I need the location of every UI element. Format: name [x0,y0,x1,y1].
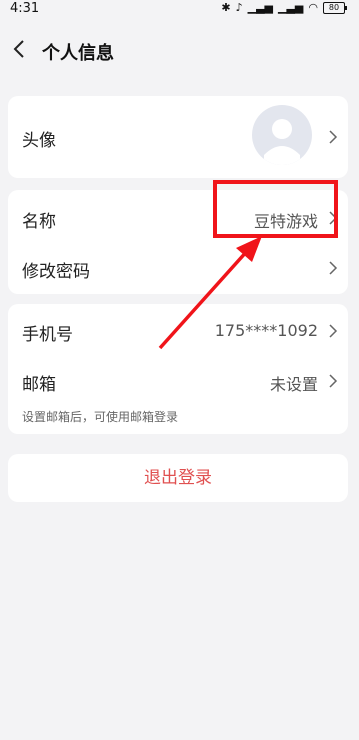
status-icons: ✱ ♪ ▁▃▅ ▁▃▅ ◠ 80 [221,1,347,14]
default-avatar-icon [264,119,300,165]
signal-icon: ▁▃▅ [247,1,273,14]
phone-label: 手机号 [22,325,73,345]
page-title: 个人信息 [42,43,114,64]
chevron-right-icon [329,130,338,144]
email-hint: 设置邮箱后，可使用邮箱登录 [22,410,179,424]
phone-row[interactable]: 手机号 175****1092 [8,304,348,356]
email-row[interactable]: 邮箱 未设置 [8,356,348,406]
logout-button[interactable]: 退出登录 [8,454,348,502]
email-value: 未设置 [269,375,318,394]
contact-card: 手机号 175****1092 邮箱 未设置 设置邮箱后，可使用邮箱登录 [8,304,348,434]
change-password-label: 修改密码 [22,262,90,282]
back-button[interactable] [8,37,32,61]
logout-label: 退出登录 [144,468,212,488]
avatar-card: 头像 [8,96,348,178]
chevron-right-icon [329,374,338,388]
wifi-icon: ◠ [308,1,318,14]
battery-icon: 80 [323,1,347,14]
page-header: 个人信息 [0,33,359,69]
email-label: 邮箱 [22,375,56,395]
status-time: 4:31 [10,1,40,16]
mute-icon: ♪ [235,1,243,14]
signal-2-icon: ▁▃▅ [278,1,304,14]
annotation-highlight-box [213,180,338,238]
phone-value: 175****1092 [214,321,318,340]
chevron-right-icon [329,324,338,338]
change-password-row[interactable]: 修改密码 [8,242,348,294]
avatar-row[interactable]: 头像 [8,96,348,178]
avatar-label: 头像 [22,131,56,151]
avatar[interactable] [252,105,312,165]
status-bar: 4:31 ✱ ♪ ▁▃▅ ▁▃▅ ◠ 80 [0,0,359,20]
chevron-left-icon [13,40,24,58]
name-label: 名称 [22,212,56,232]
chevron-right-icon [329,261,338,275]
bluetooth-icon: ✱ [221,1,231,14]
